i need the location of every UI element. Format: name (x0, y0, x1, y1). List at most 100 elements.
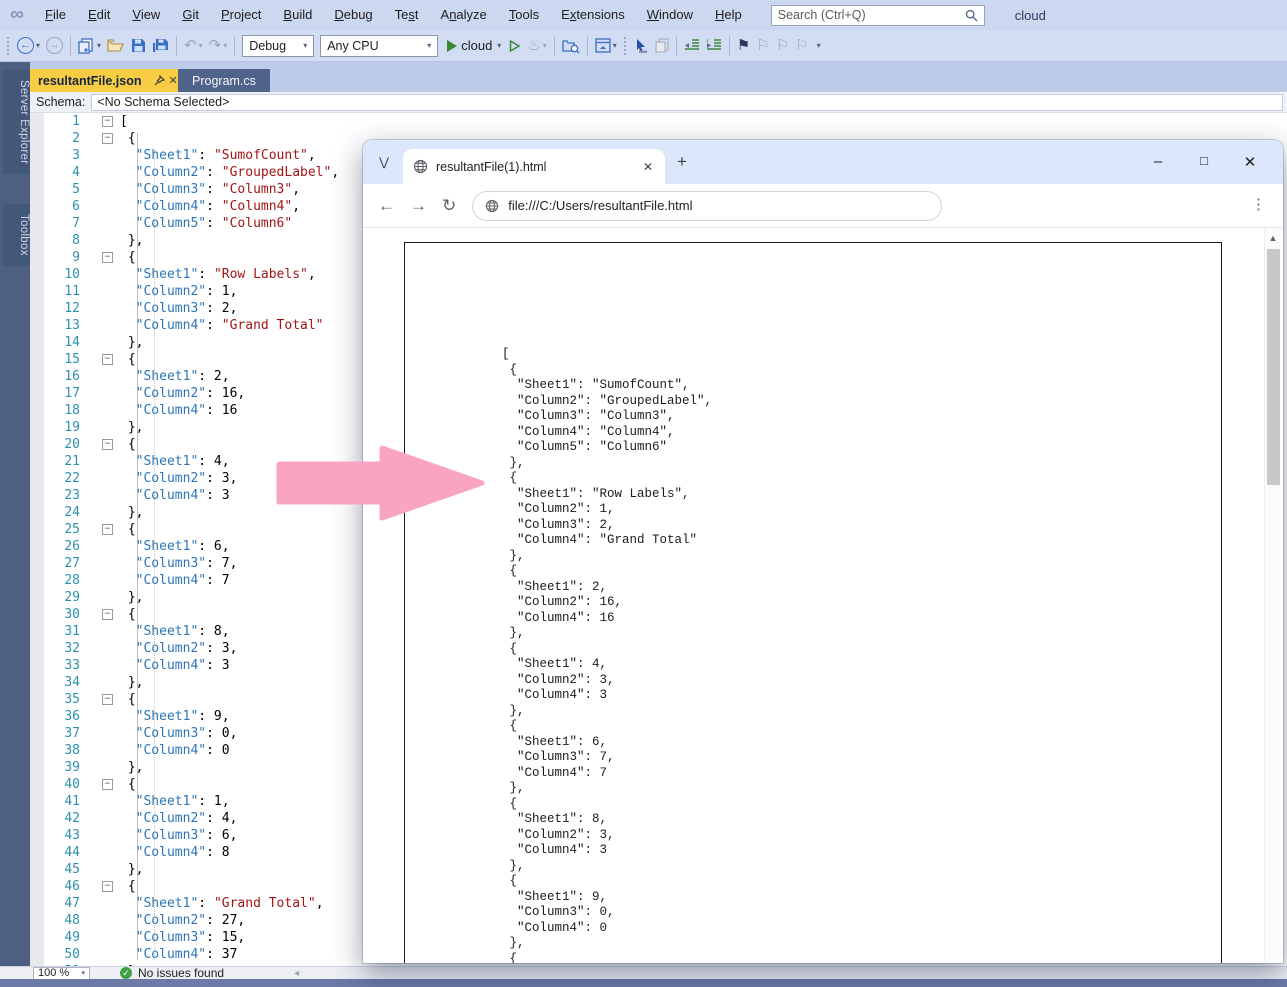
code-text: "Column2": 16, (120, 385, 245, 402)
find-in-files-button[interactable] (559, 34, 583, 58)
save-button[interactable] (128, 34, 149, 58)
next-bookmark-button[interactable]: ⚐ (773, 34, 792, 58)
code-text: "Column3": "Column3", (120, 181, 300, 198)
address-bar[interactable]: file:///C:/Users/resultantFile.html (472, 191, 942, 221)
line-number: 4 (30, 164, 90, 181)
browser-menu-icon[interactable]: ⋮ (1251, 195, 1266, 213)
fold-collapse-box[interactable]: − (102, 881, 113, 892)
tab-resultantfile-json[interactable]: resultantFile.json ✕ (30, 69, 186, 92)
fold-collapse-box[interactable]: − (102, 252, 113, 263)
menu-item-analyze[interactable]: Analyze (430, 0, 498, 30)
code-text: "Column4": "Column4", (120, 198, 300, 215)
tab-search-button[interactable]: ⋁ (373, 151, 395, 173)
fold-collapse-box[interactable]: − (102, 354, 113, 365)
code-text: "Column4": 16 (120, 402, 237, 419)
menu-item-edit[interactable]: Edit (77, 0, 121, 30)
menu-item-project[interactable]: Project (210, 0, 272, 30)
pin-icon[interactable] (154, 75, 165, 86)
menu-item-help[interactable]: Help (704, 0, 753, 30)
start-without-debugging-button[interactable] (505, 34, 524, 58)
pointer-mode-button[interactable] (631, 34, 652, 58)
menu-item-window[interactable]: Window (636, 0, 704, 30)
line-number: 41 (30, 793, 90, 810)
redo-button[interactable]: ↷▾ (206, 34, 231, 58)
browser-forward-button[interactable]: → (410, 196, 427, 216)
start-debugging-button[interactable]: cloud▾ (445, 38, 501, 53)
increase-indent-button[interactable]: 2 (703, 34, 725, 58)
line-number: 6 (30, 198, 90, 215)
browser-content[interactable]: [ { "Sheet1": "SumofCount", "Column2": "… (363, 228, 1283, 963)
horizontal-scrollbar-left-arrow[interactable]: ◂ (294, 968, 299, 979)
toolbar-grip[interactable] (6, 37, 11, 55)
new-project-button[interactable]: ▾ (75, 34, 104, 58)
browser-back-button[interactable]: ← (378, 196, 395, 216)
menu-bar: FileEditViewGitProjectBuildDebugTestAnal… (34, 0, 753, 30)
line-number: 35 (30, 691, 90, 708)
solution-configuration-dropdown[interactable]: Debug▾ (242, 35, 314, 57)
copy-parent-button[interactable] (652, 34, 672, 58)
menu-item-file[interactable]: File (34, 0, 77, 30)
menu-item-build[interactable]: Build (272, 0, 323, 30)
globe-icon (485, 199, 499, 213)
play-outline-icon (508, 39, 521, 53)
decrease-indent-button[interactable] (681, 34, 703, 58)
code-text: "Column4": 8 (120, 844, 230, 861)
clear-bookmarks-button[interactable]: ⚐ (792, 34, 811, 58)
solution-platform-dropdown[interactable]: Any CPU▾ (320, 35, 438, 57)
tab-program-cs[interactable]: Program.cs (178, 69, 270, 92)
editor-line[interactable]: 1−[ (30, 113, 1287, 130)
indent-increase-icon: 2 (706, 39, 722, 52)
schema-dropdown[interactable]: <No Schema Selected> (91, 94, 1283, 111)
hot-reload-button[interactable]: ♨▾ (524, 34, 549, 58)
toolbar-grip[interactable] (623, 37, 628, 55)
menu-item-view[interactable]: View (121, 0, 171, 30)
code-text: "Column4": 3 (120, 657, 230, 674)
line-number: 27 (30, 555, 90, 572)
line-number: 7 (30, 215, 90, 232)
zoom-level-dropdown[interactable]: 100 %▾ (33, 967, 90, 980)
fold-collapse-box[interactable]: − (102, 133, 113, 144)
browser-window[interactable]: ⋁ resultantFile(1).html ✕ + – □ ✕ ← → ↻ … (363, 140, 1283, 963)
menu-item-debug[interactable]: Debug (323, 0, 383, 30)
close-window-button[interactable]: ✕ (1235, 153, 1265, 171)
account-label[interactable]: cloud (1015, 8, 1046, 23)
new-tab-button[interactable]: + (677, 152, 687, 172)
toolbox-tab[interactable]: Toolbox (3, 204, 30, 266)
fold-collapse-box[interactable]: − (102, 694, 113, 705)
code-text: }, (120, 674, 143, 691)
fold-collapse-box[interactable]: − (102, 779, 113, 790)
save-all-icon (152, 38, 169, 53)
line-number: 11 (30, 283, 90, 300)
server-explorer-tab[interactable]: Server Explorer (3, 70, 30, 174)
close-tab-icon[interactable]: ✕ (641, 160, 655, 174)
menu-item-git[interactable]: Git (171, 0, 210, 30)
scrollbar-up-arrow[interactable]: ▲ (1265, 228, 1281, 243)
fold-collapse-box[interactable]: − (102, 524, 113, 535)
fold-collapse-box[interactable]: − (102, 116, 113, 127)
schema-bar: Schema: <No Schema Selected> (30, 92, 1287, 113)
browser-reload-button[interactable]: ↻ (442, 196, 456, 216)
open-file-button[interactable] (104, 34, 128, 58)
menu-item-extensions[interactable]: Extensions (550, 0, 636, 30)
toggle-bookmark-button[interactable]: ⚑ (734, 34, 753, 58)
menu-item-tools[interactable]: Tools (498, 0, 550, 30)
navigate-forward-button[interactable]: → (43, 34, 66, 58)
code-text: "Column3": 0, (120, 725, 237, 742)
quick-search-input[interactable]: Search (Ctrl+Q) (771, 5, 985, 26)
undo-button[interactable]: ↶▾ (181, 34, 206, 58)
maximize-button[interactable]: □ (1189, 153, 1219, 168)
scrollbar-thumb[interactable] (1267, 249, 1280, 485)
code-text: }, (120, 861, 143, 878)
solution-explorer-button[interactable]: ▾ (592, 34, 620, 58)
toolbar-overflow-button[interactable]: ▾ (812, 34, 824, 58)
browser-scrollbar[interactable]: ▲ (1264, 228, 1281, 963)
fold-collapse-box[interactable]: − (102, 609, 113, 620)
save-all-button[interactable] (149, 34, 172, 58)
menu-item-test[interactable]: Test (384, 0, 430, 30)
close-tab-icon[interactable]: ✕ (169, 74, 178, 87)
browser-tab-resultantfile[interactable]: resultantFile(1).html ✕ (403, 149, 665, 184)
navigate-back-button[interactable]: ←▾ (14, 34, 43, 58)
fold-collapse-box[interactable]: − (102, 439, 113, 450)
minimize-button[interactable]: – (1143, 153, 1173, 170)
previous-bookmark-button[interactable]: ⚐ (753, 34, 772, 58)
